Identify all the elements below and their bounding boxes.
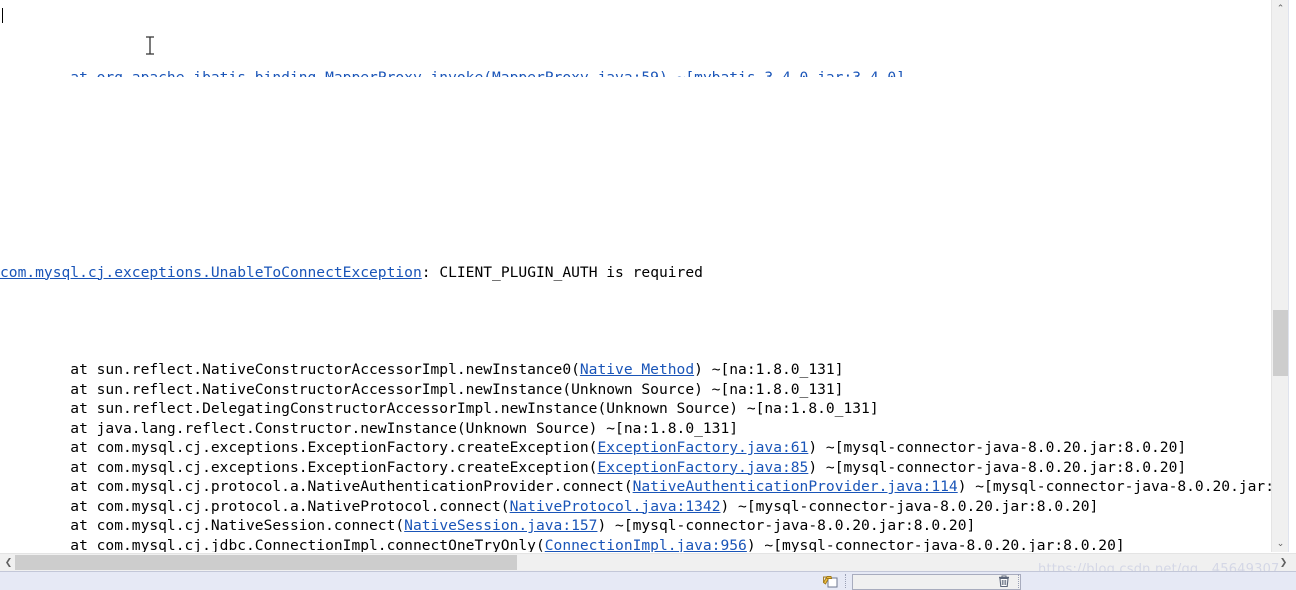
- stack-frame-jar-info: ) ~[mysql-connector-java-8.0.20.jar:8.0.…: [957, 478, 1272, 495]
- stack-frame-jar-info: ) ~[mysql-connector-java-8.0.20.jar:8.0.…: [808, 458, 1187, 476]
- stack-frame-line: at java.lang.reflect.Constructor.newInst…: [0, 419, 1272, 439]
- console-line-clipped: at org.apache.ibatis.binding.MapperProxy…: [0, 68, 1272, 77]
- stack-frame-source-link[interactable]: Native Method: [580, 361, 694, 378]
- stack-frame-line: at sun.reflect.NativeConstructorAccessor…: [0, 380, 1272, 400]
- open-new-view-icon[interactable]: [822, 573, 838, 589]
- scroll-up-arrow-icon[interactable]: ⌃: [1272, 0, 1289, 17]
- vertical-scrollbar[interactable]: ⌃ ⌄: [1271, 0, 1289, 552]
- stack-frame-source-link[interactable]: ConnectionImpl.java:956: [545, 537, 747, 553]
- stack-frame-method: at sun.reflect.NativeConstructorAccessor…: [0, 361, 580, 378]
- stack-frame-jar-info: ) ~[mysql-connector-java-8.0.20.jar:8.0.…: [808, 439, 1187, 456]
- stack-frame-line: at sun.reflect.DelegatingConstructorAcce…: [0, 399, 1272, 419]
- status-separator-2: [1018, 574, 1019, 588]
- stack-frame-method: at com.mysql.cj.NativeSession.connect(: [0, 517, 405, 534]
- status-bar: [0, 571, 1296, 590]
- console-exception-header: com.mysql.cj.exceptions.UnableToConnectE…: [0, 263, 1272, 283]
- stack-frame-line: at sun.reflect.NativeConstructorAccessor…: [0, 360, 1272, 380]
- stack-frame-line: at com.mysql.cj.protocol.a.NativeAuthent…: [0, 477, 1272, 497]
- stack-frame-method: at sun.reflect.NativeConstructorAccessor…: [0, 380, 844, 398]
- stack-frame-jar-info: ) ~[mysql-connector-java-8.0.20.jar:8.0.…: [720, 497, 1099, 515]
- console-window: at org.apache.ibatis.binding.MapperProxy…: [0, 0, 1296, 590]
- exception-message: CLIENT_PLUGIN_AUTH is required: [439, 263, 703, 281]
- exception-type-link[interactable]: com.mysql.cj.exceptions.UnableToConnectE…: [0, 264, 422, 281]
- stack-frame-method: at com.mysql.cj.protocol.a.NativeProtoco…: [0, 497, 510, 515]
- stack-frame-method: at sun.reflect.DelegatingConstructorAcce…: [0, 400, 879, 417]
- stack-frame-source-link[interactable]: NativeAuthenticationProvider.java:114: [633, 478, 958, 495]
- stack-frame-method: at com.mysql.cj.jdbc.ConnectionImpl.conn…: [0, 536, 545, 553]
- stack-frame-jar-info: ) ~[mysql-connector-java-8.0.20.jar:8.0.…: [597, 517, 976, 534]
- stack-frame-method: at com.mysql.cj.exceptions.ExceptionFact…: [0, 458, 598, 476]
- stack-frame-line: at com.mysql.cj.protocol.a.NativeProtoco…: [0, 497, 1272, 517]
- window-right-edge: [1288, 0, 1296, 552]
- stack-frame-line: at com.mysql.cj.exceptions.ExceptionFact…: [0, 458, 1272, 478]
- stack-frame-method: at com.mysql.cj.exceptions.ExceptionFact…: [0, 439, 598, 456]
- stack-frame-jar-info: ) ~[na:1.8.0_131]: [694, 361, 844, 378]
- stack-frame-method: at com.mysql.cj.protocol.a.NativeAuthent…: [0, 478, 633, 495]
- horizontal-scrollbar-thumb[interactable]: [15, 555, 517, 570]
- vertical-scrollbar-thumb[interactable]: [1273, 310, 1288, 376]
- stack-frame-list: at sun.reflect.NativeConstructorAccessor…: [0, 360, 1272, 552]
- stack-frame-source-link[interactable]: NativeProtocol.java:1342: [510, 498, 721, 515]
- stack-frame-method: at java.lang.reflect.Constructor.newInst…: [0, 419, 739, 437]
- stack-frame-line: at com.mysql.cj.jdbc.ConnectionImpl.conn…: [0, 536, 1272, 553]
- progress-bar: [852, 574, 990, 590]
- scroll-right-arrow-icon[interactable]: ❯: [1275, 554, 1292, 571]
- stack-frame-source-link[interactable]: ExceptionFactory.java:61: [597, 439, 808, 456]
- stack-frame-jar-info: ) ~[mysql-connector-java-8.0.20.jar:8.0.…: [746, 536, 1125, 553]
- stack-frame-source-link[interactable]: ExceptionFactory.java:85: [597, 459, 808, 476]
- status-separator-1: [845, 574, 846, 588]
- horizontal-scrollbar[interactable]: ❮ ❯: [0, 553, 1296, 571]
- console-text[interactable]: at org.apache.ibatis.binding.MapperProxy…: [0, 0, 1272, 552]
- exception-separator: :: [421, 263, 440, 281]
- scroll-down-arrow-icon[interactable]: ⌄: [1272, 535, 1289, 552]
- console-output-viewport[interactable]: at org.apache.ibatis.binding.MapperProxy…: [0, 0, 1272, 552]
- stack-frame-line: at com.mysql.cj.NativeSession.connect(Na…: [0, 516, 1272, 536]
- stack-frame-line: at com.mysql.cj.exceptions.ExceptionFact…: [0, 438, 1272, 458]
- console-line-clipped-text: at org.apache.ibatis.binding.MapperProxy…: [0, 69, 905, 77]
- stack-frame-source-link[interactable]: NativeSession.java:157: [404, 517, 597, 534]
- remove-all-terminated-icon[interactable]: [996, 573, 1012, 589]
